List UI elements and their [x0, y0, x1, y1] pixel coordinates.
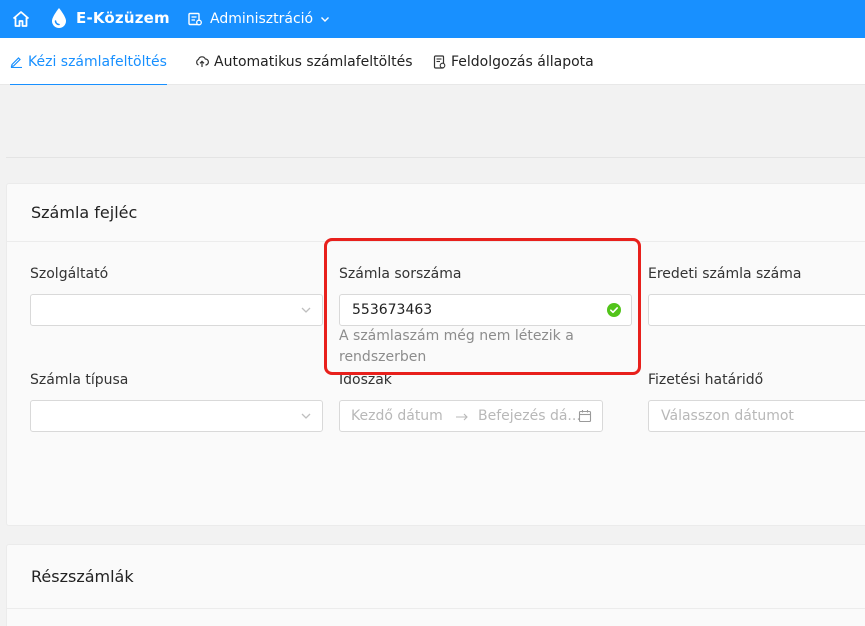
tab-bar: Kézi számlafeltöltés Automatikus számlaf… — [0, 38, 865, 86]
tab-label: Kézi számlafeltöltés — [28, 53, 167, 70]
period-start-placeholder[interactable]: Kezdő dátum — [351, 408, 443, 424]
content-spacer — [0, 85, 865, 157]
admin-menu[interactable]: Adminisztráció — [187, 8, 337, 30]
due-date-placeholder: Válasszon dátumot — [661, 408, 794, 424]
original-invoice-number-input[interactable] — [648, 294, 865, 326]
invoice-type-label: Számla típusa — [30, 372, 129, 388]
period-end-placeholder[interactable]: Befejezés dá... — [478, 408, 581, 424]
arrow-right-icon — [456, 413, 468, 421]
invoice-type-select[interactable] — [30, 400, 323, 432]
due-date-label: Fizetési határidő — [648, 372, 764, 388]
tab-manual-upload[interactable]: Kézi számlafeltöltés — [10, 38, 167, 86]
chevron-down-icon — [321, 17, 330, 22]
brand-name[interactable]: E-Közüzem — [76, 9, 170, 27]
document-status-icon — [433, 54, 446, 69]
highlight-box — [324, 238, 641, 375]
admin-menu-label: Adminisztráció — [210, 11, 314, 27]
tab-label: Feldolgozás állapota — [451, 53, 594, 70]
divider — [6, 157, 865, 158]
chevron-down-icon — [301, 413, 311, 419]
provider-label: Szolgáltató — [30, 266, 109, 282]
tab-automatic-upload[interactable]: Automatikus számlafeltöltés — [195, 38, 413, 85]
card-title: Részszámlák — [7, 545, 865, 609]
partial-invoices-card: Részszámlák — [6, 544, 865, 626]
original-invoice-number-label: Eredeti számla száma — [648, 266, 802, 282]
period-range-picker[interactable]: Kezdő dátum Befejezés dá... — [339, 400, 603, 432]
calendar-icon — [578, 410, 592, 423]
tab-label: Automatikus számlafeltöltés — [214, 53, 413, 70]
top-bar: E-Közüzem Adminisztráció — [0, 0, 865, 38]
chevron-down-icon — [301, 307, 311, 313]
water-drop-logo-icon — [52, 8, 66, 28]
home-icon[interactable] — [11, 9, 31, 29]
pencil-icon — [10, 57, 22, 68]
admin-icon — [188, 12, 202, 26]
cloud-upload-icon — [196, 56, 209, 67]
due-date-picker[interactable]: Válasszon dátumot — [648, 400, 865, 432]
tab-processing-status[interactable]: Feldolgozás állapota — [433, 38, 594, 85]
card-title: Számla fejléc — [7, 184, 865, 242]
provider-select[interactable] — [30, 294, 323, 326]
